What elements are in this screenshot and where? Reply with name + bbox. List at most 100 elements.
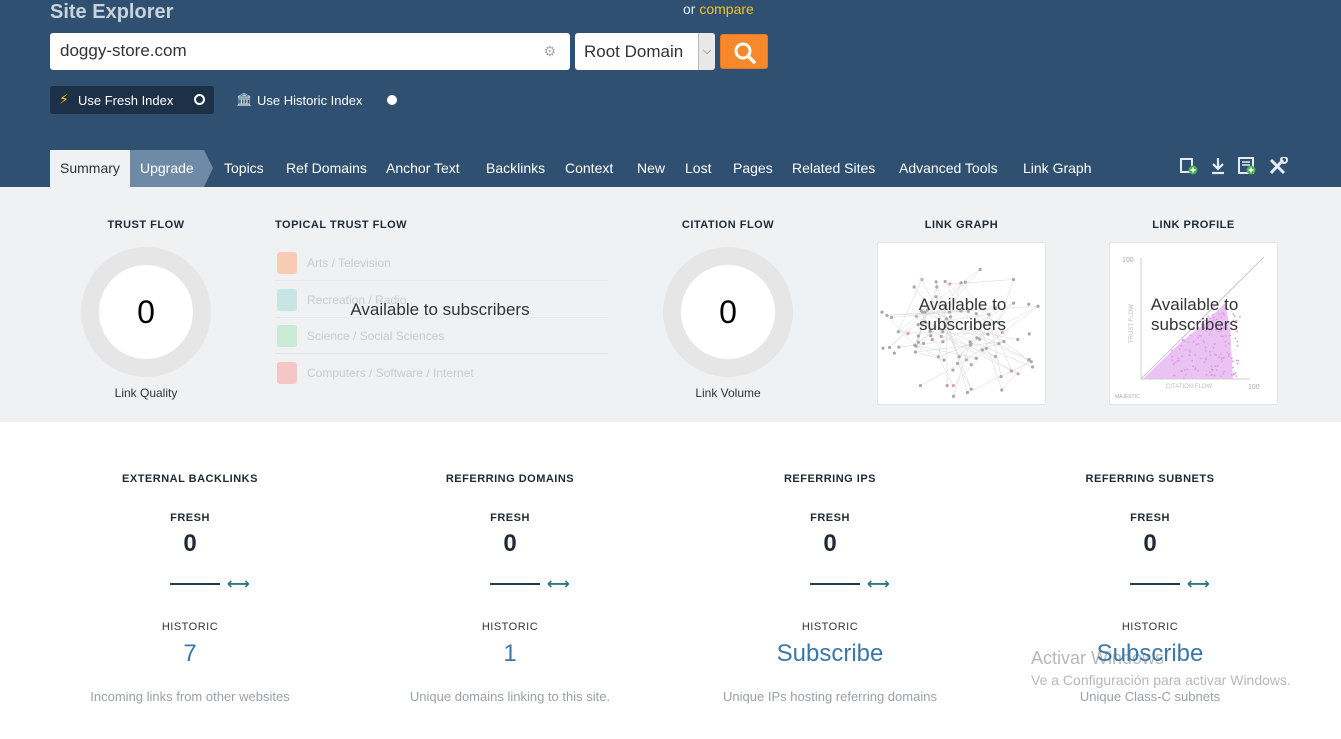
gear-icon[interactable]: ⚙ — [543, 43, 556, 60]
graph-node — [997, 342, 1001, 346]
add-bookmark-icon[interactable] — [1180, 157, 1198, 180]
profile-point — [1221, 360, 1223, 363]
graph-edge — [953, 332, 1003, 386]
topic-label: Arts / Television — [307, 256, 391, 270]
profile-point — [1182, 377, 1185, 380]
compare-text: or compare — [683, 1, 754, 17]
graph-node — [978, 337, 982, 341]
stat-title: REFERRING IPS — [783, 473, 877, 485]
fresh-label: FRESH — [170, 512, 210, 524]
profile-point — [1236, 340, 1239, 343]
report-icon[interactable] — [1238, 157, 1256, 180]
stat-external-backlinks: EXTERNAL BACKLINKS FRESH 0 ⟷ HISTORIC 7 … — [30, 422, 350, 739]
profile-point — [1236, 362, 1239, 365]
graph-node — [942, 358, 946, 362]
tab-ref-domains[interactable]: Ref Domains — [286, 150, 367, 187]
link-profile-panel[interactable]: 100 100 CITATION FLOW TRUST FLOW MAJESTI… — [1109, 242, 1278, 405]
profile-point — [1214, 365, 1217, 368]
tab-anchor-text[interactable]: Anchor Text — [386, 150, 460, 187]
tools-icon[interactable] — [1268, 156, 1288, 180]
tab-pages[interactable]: Pages — [733, 150, 773, 187]
historic-label: HISTORIC — [1121, 621, 1179, 633]
profile-point — [1230, 373, 1233, 376]
graph-node — [984, 346, 988, 351]
profile-point — [1204, 346, 1207, 349]
profile-point — [1203, 361, 1206, 364]
topical-trust-flow-title: TOPICAL TRUST FLOW — [275, 219, 408, 231]
tab-backlinks[interactable]: Backlinks — [486, 150, 545, 187]
download-icon[interactable] — [1210, 157, 1226, 180]
profile-point — [1228, 342, 1230, 345]
compare-link[interactable]: compare — [699, 1, 753, 17]
topic-swatch — [277, 252, 297, 274]
graph-node — [892, 351, 896, 355]
graph-edge — [941, 336, 1019, 375]
profile-point — [1181, 355, 1184, 358]
graph-node — [914, 344, 918, 348]
topic-label: Science / Social Sciences — [307, 329, 445, 343]
tab-context[interactable]: Context — [565, 150, 613, 187]
profile-point — [1203, 341, 1206, 344]
subscribe-link[interactable]: Subscribe — [990, 640, 1310, 668]
subscribers-overlay: Available to subscribers — [878, 295, 1047, 335]
fresh-label: FRESH — [1130, 512, 1170, 524]
scope-select[interactable]: Root Domain ⌵ — [575, 33, 715, 70]
tab-related-sites[interactable]: Related Sites — [792, 150, 875, 187]
tab-link-graph[interactable]: Link Graph — [1023, 150, 1091, 187]
profile-point — [1213, 374, 1216, 377]
profile-point — [1180, 345, 1183, 347]
header: Site Explorer or compare ⚙ Root Domain ⌵… — [0, 0, 1341, 187]
tab-new[interactable]: New — [637, 150, 665, 187]
graph-edge — [967, 361, 1032, 393]
profile-point — [1176, 360, 1179, 363]
divider — [275, 280, 608, 281]
graph-node — [969, 363, 973, 367]
subscribe-link[interactable]: Subscribe — [670, 640, 990, 668]
graph-node — [934, 280, 938, 284]
tab-upgrade[interactable]: Upgrade — [130, 150, 204, 187]
historic-label: HISTORIC — [161, 621, 219, 633]
profile-point — [1230, 357, 1233, 360]
graph-node — [999, 374, 1003, 379]
trend-dash — [490, 583, 540, 585]
fresh-index-toggle[interactable]: ⚡ Use Fresh Index — [50, 86, 214, 114]
historic-index-radio[interactable] — [387, 95, 397, 105]
profile-point — [1202, 339, 1205, 342]
lightning-icon: ⚡ — [59, 91, 69, 107]
graph-node — [1027, 358, 1031, 362]
graph-node — [957, 355, 961, 359]
tab-topics[interactable]: Topics — [224, 150, 264, 187]
tab-lost[interactable]: Lost — [685, 150, 711, 187]
graph-node — [887, 345, 892, 350]
profile-point — [1171, 359, 1174, 361]
profile-point — [1188, 349, 1191, 352]
historic-value[interactable]: 1 — [350, 640, 670, 668]
profile-point — [1211, 369, 1214, 371]
graph-node — [968, 340, 972, 344]
tab-advanced-tools[interactable]: Advanced Tools — [899, 150, 998, 187]
historic-value[interactable]: 7 — [30, 640, 350, 668]
graph-node — [951, 384, 955, 388]
profile-point — [1232, 372, 1235, 375]
profile-point — [1223, 370, 1226, 373]
double-arrow-icon: ⟷ — [227, 576, 250, 593]
search-button[interactable] — [720, 34, 768, 69]
profile-point — [1183, 339, 1186, 342]
graph-node — [936, 355, 940, 359]
tab-summary[interactable]: Summary — [50, 150, 130, 187]
profile-point — [1192, 365, 1194, 368]
historic-index-toggle[interactable]: 🏛 Use Historic Index — [236, 86, 406, 114]
profile-point — [1173, 374, 1175, 377]
fresh-index-radio[interactable] — [194, 94, 205, 105]
stat-referring-domains: REFERRING DOMAINS FRESH 0 ⟷ HISTORIC 1 U… — [350, 422, 670, 739]
graph-node — [980, 348, 984, 352]
link-graph-panel[interactable]: Available to subscribers — [877, 242, 1046, 405]
profile-point — [1205, 373, 1208, 376]
stat-description: Unique IPs hosting referring domains — [723, 689, 937, 704]
profile-point — [1222, 357, 1225, 359]
graph-node — [974, 356, 978, 360]
graph-edge — [949, 279, 1014, 285]
citation-flow-gauge: 0 — [663, 247, 793, 377]
search-input[interactable] — [60, 40, 530, 62]
subscribers-overlay: Available to subscribers — [350, 300, 530, 319]
